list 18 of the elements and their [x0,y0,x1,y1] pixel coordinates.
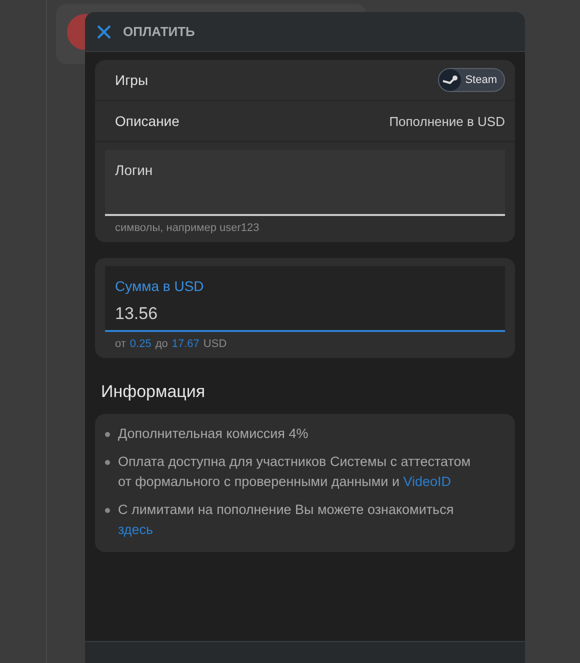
login-field[interactable]: Логин [105,150,505,216]
bullet-icon [105,508,110,513]
row-label: Описание [115,113,180,129]
bullet-icon [105,460,110,465]
field-hint: символы, например user123 [114,221,260,234]
service-chip: Steam [438,68,505,92]
row-value: Пополнение в USD [389,114,505,128]
close-button[interactable] [95,22,113,40]
steam-icon [439,69,462,91]
info-text: Дополнительная комиссия 4% [118,425,308,443]
info-text: Оплата доступна для участников Системы с аттестатом от формального с проверенными данными и VideoID [118,453,472,491]
dialog-title: ОПЛАТИТЬ [123,24,195,39]
amount-field[interactable]: Сумма в USD 13.56 [105,266,505,332]
info-text: С лимитами на пополнение Вы можете ознакомиться здесь [118,501,455,539]
bullet-icon [105,432,110,437]
row-label: Игры [115,72,148,88]
amount-range-hint: от 0.25 до 17.67 USD [114,337,228,350]
section-heading: Информация [101,382,206,402]
